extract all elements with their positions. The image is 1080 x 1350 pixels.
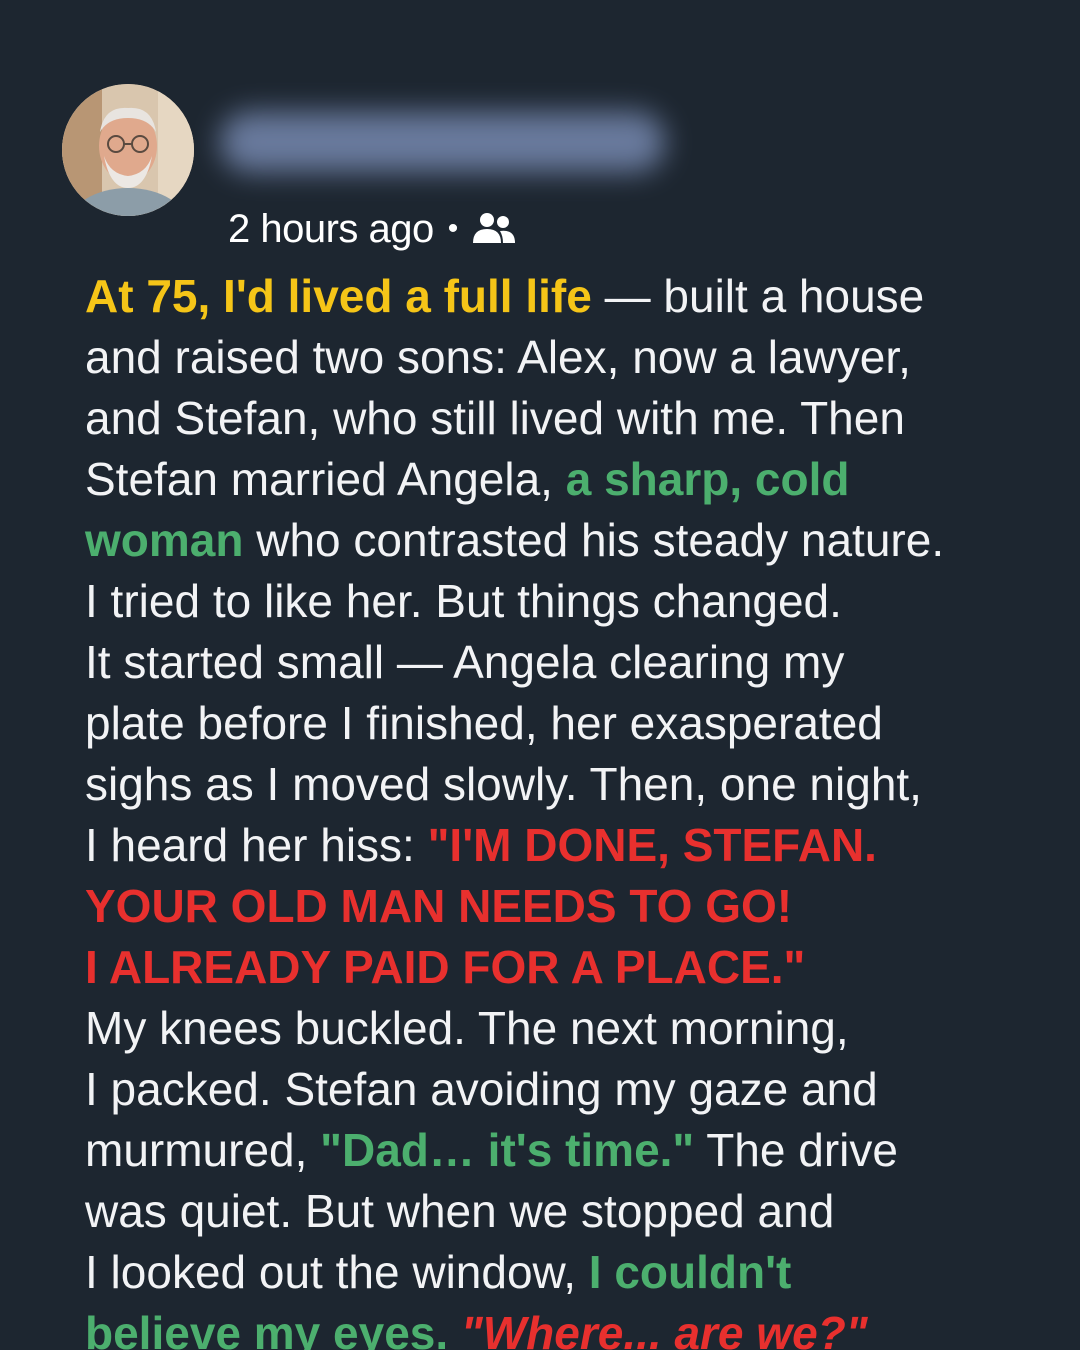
story-text-segment: who contrasted his steady nature. — [243, 514, 945, 566]
story-line-red: YOUR OLD MAN NEEDS TO GO! — [85, 880, 793, 932]
story-line: woman who contrasted his steady nature. — [85, 510, 1045, 571]
story-text: At 75, I'd lived a full life — built a h… — [85, 266, 1045, 1350]
story-line: I looked out the window, I couldn't — [85, 1242, 1045, 1303]
story-text-segment: — built a house — [591, 270, 925, 322]
highlight-green: "Dad… it's time." — [320, 1124, 695, 1176]
post-card: 2 hours ago • At 75, I'd lived a full li… — [0, 0, 1080, 1350]
highlight-red: "Where... are we?" — [448, 1307, 868, 1350]
highlight-green: believe my eyes. — [85, 1307, 449, 1350]
story-line-red: I ALREADY PAID FOR A PLACE." — [85, 941, 806, 993]
highlight-yellow: At 75, I'd lived a full life — [85, 270, 592, 322]
post-meta: 2 hours ago • — [228, 202, 518, 256]
story-line: believe my eyes. "Where... are we?" — [85, 1303, 1045, 1350]
highlight-red: "I'M DONE, STEFAN. — [427, 819, 877, 871]
story-text-segment: I heard her hiss: — [85, 819, 428, 871]
author-name-blurred[interactable] — [220, 112, 665, 172]
story-line: and raised two sons: Alex, now a lawyer, — [85, 331, 911, 383]
story-line: My knees buckled. The next morning, — [85, 1002, 849, 1054]
author-avatar[interactable] — [62, 84, 194, 216]
story-text-segment: I looked out the window, — [85, 1246, 589, 1298]
story-text-segment: Stefan married Angela, — [85, 453, 566, 505]
story-line: I tried to like her. But things changed. — [85, 575, 842, 627]
story-line: sighs as I moved slowly. Then, one night… — [85, 758, 922, 810]
story-line: I packed. Stefan avoiding my gaze and — [85, 1063, 878, 1115]
friends-icon[interactable] — [470, 209, 518, 249]
highlight-green: I couldn't — [588, 1246, 792, 1298]
story-line: was quiet. But when we stopped and — [85, 1185, 835, 1237]
meta-separator: • — [447, 212, 459, 245]
story-text-segment: murmured, — [85, 1124, 321, 1176]
story-line: Stefan married Angela, a sharp, cold — [85, 449, 1045, 510]
story-line: I heard her hiss: "I'M DONE, STEFAN. — [85, 815, 1045, 876]
highlight-green: woman — [85, 514, 244, 566]
highlight-green: a sharp, cold — [565, 453, 850, 505]
post-timestamp[interactable]: 2 hours ago — [228, 207, 434, 252]
story-text-segment: The drive — [694, 1124, 898, 1176]
story-line: It started small — Angela clearing my — [85, 636, 845, 688]
story-line: At 75, I'd lived a full life — built a h… — [85, 266, 1045, 327]
story-line: and Stefan, who still lived with me. The… — [85, 392, 905, 444]
story-line: plate before I finished, her exasperated — [85, 697, 883, 749]
story-line: murmured, "Dad… it's time." The drive — [85, 1120, 1045, 1181]
